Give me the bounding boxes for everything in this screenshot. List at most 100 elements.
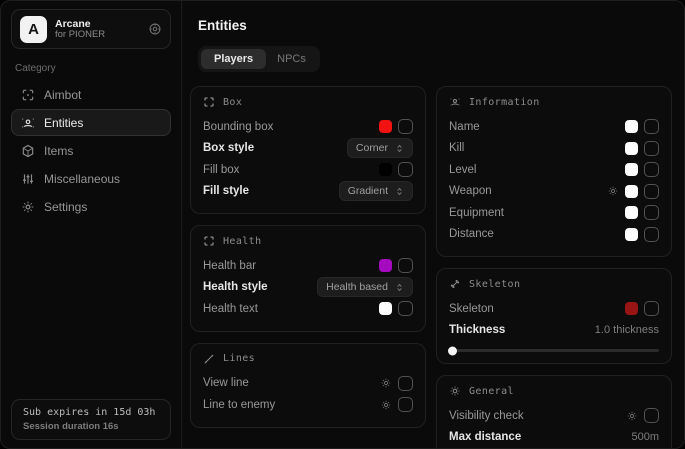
- sidebar-item-aimbot[interactable]: Aimbot: [11, 81, 171, 108]
- bounding-box-icon: [203, 96, 215, 108]
- setting-row-health-style: Health style Health based: [203, 277, 413, 299]
- setting-label: Health text: [203, 303, 258, 315]
- sub-expiry-text: Sub expires in 15d 03h: [23, 407, 159, 418]
- sliders-icon: [21, 172, 35, 186]
- tab-players[interactable]: Players: [201, 49, 266, 69]
- color-swatch[interactable]: [625, 120, 638, 133]
- panel-title: Information: [469, 97, 540, 108]
- color-swatch[interactable]: [625, 163, 638, 176]
- checkbox[interactable]: [398, 162, 413, 177]
- setting-row-thickness: Thickness 1.0 thickness: [449, 320, 659, 342]
- main-content: Entities Players NPCs Box: [182, 1, 684, 448]
- row-config-gear-icon[interactable]: [380, 377, 392, 389]
- setting-label: Name: [449, 121, 480, 133]
- setting-label: Distance: [449, 228, 494, 240]
- setting-label: View line: [203, 377, 249, 389]
- panel-skeleton: Skeleton Skeleton Thickness 1.0 thicknes…: [436, 268, 672, 364]
- unfold-icon: [395, 144, 404, 153]
- panel-lines-header: Lines: [203, 353, 413, 365]
- slider-thumb[interactable]: [448, 346, 457, 355]
- checkbox[interactable]: [644, 162, 659, 177]
- setting-row-view-line: View line: [203, 373, 413, 395]
- color-swatch[interactable]: [625, 206, 638, 219]
- thickness-slider[interactable]: [449, 349, 659, 352]
- health-scan-icon: [203, 235, 215, 247]
- row-config-gear-icon[interactable]: [626, 410, 638, 422]
- panel-general-header: General: [449, 385, 659, 397]
- setting-row-level: Level: [449, 159, 659, 181]
- bone-icon: [449, 278, 461, 290]
- setting-label: Max distance: [449, 431, 521, 443]
- color-swatch[interactable]: [625, 302, 638, 315]
- checkbox[interactable]: [398, 376, 413, 391]
- setting-label: Line to enemy: [203, 399, 275, 411]
- health-style-dropdown[interactable]: Health based: [317, 277, 413, 297]
- row-config-gear-icon[interactable]: [607, 185, 619, 197]
- general-gear-icon: [449, 385, 461, 397]
- row-config-gear-icon[interactable]: [380, 399, 392, 411]
- setting-row-box-style: Box style Corner: [203, 138, 413, 160]
- brand-logo: A: [20, 16, 47, 43]
- dropdown-value: Corner: [356, 142, 388, 154]
- color-swatch[interactable]: [625, 228, 638, 241]
- information-scan-icon: [449, 96, 461, 108]
- panel-information: Information Name Kill: [436, 86, 672, 257]
- brand-subtitle: for PIONER: [55, 30, 140, 41]
- fill-style-dropdown[interactable]: Gradient: [339, 181, 413, 201]
- setting-label: Bounding box: [203, 121, 273, 133]
- sidebar-item-label: Items: [44, 144, 73, 158]
- checkbox[interactable]: [644, 141, 659, 156]
- setting-row-distance: Distance: [449, 224, 659, 246]
- dropdown-value: Gradient: [348, 185, 388, 197]
- checkbox[interactable]: [398, 301, 413, 316]
- panel-title: General: [469, 386, 514, 397]
- setting-row-name: Name: [449, 116, 659, 138]
- color-swatch[interactable]: [379, 259, 392, 272]
- checkbox[interactable]: [644, 301, 659, 316]
- color-swatch[interactable]: [379, 163, 392, 176]
- checkbox[interactable]: [644, 227, 659, 242]
- color-swatch[interactable]: [625, 185, 638, 198]
- setting-label: Fill box: [203, 164, 239, 176]
- checkbox[interactable]: [644, 205, 659, 220]
- panel-information-header: Information: [449, 96, 659, 108]
- box-style-dropdown[interactable]: Corner: [347, 138, 413, 158]
- setting-row-fill-box: Fill box: [203, 159, 413, 181]
- crosshair-icon: [21, 88, 35, 102]
- color-swatch[interactable]: [379, 302, 392, 315]
- tab-npcs[interactable]: NPCs: [266, 49, 317, 69]
- sidebar-item-label: Settings: [44, 200, 87, 214]
- setting-label: Thickness: [449, 324, 505, 336]
- panel-health-header: Health: [203, 235, 413, 247]
- sidebar-item-entities[interactable]: Entities: [11, 109, 171, 136]
- setting-label: Kill: [449, 142, 464, 154]
- sidebar-item-items[interactable]: Items: [11, 137, 171, 164]
- setting-row-skeleton: Skeleton: [449, 298, 659, 320]
- setting-row-health-text: Health text: [203, 298, 413, 320]
- checkbox[interactable]: [644, 184, 659, 199]
- panel-skeleton-header: Skeleton: [449, 278, 659, 290]
- panel-general: General Visibility check: [436, 375, 672, 449]
- gear-icon: [21, 200, 35, 214]
- color-swatch[interactable]: [625, 142, 638, 155]
- cube-icon: [21, 144, 35, 158]
- brand-settings-gear-icon[interactable]: [148, 22, 162, 36]
- checkbox[interactable]: [644, 408, 659, 423]
- checkbox[interactable]: [398, 119, 413, 134]
- panel-title: Lines: [223, 353, 255, 364]
- color-swatch[interactable]: [379, 120, 392, 133]
- sidebar-item-settings[interactable]: Settings: [11, 193, 171, 220]
- checkbox[interactable]: [398, 397, 413, 412]
- diagonal-line-icon: [203, 353, 215, 365]
- sidebar-item-label: Entities: [44, 116, 83, 130]
- setting-row-visibility-check: Visibility check: [449, 405, 659, 427]
- checkbox[interactable]: [398, 258, 413, 273]
- checkbox[interactable]: [644, 119, 659, 134]
- panel-title: Health: [223, 236, 262, 247]
- panel-box: Box Bounding box Box style Corner: [190, 86, 426, 214]
- setting-label: Health bar: [203, 260, 256, 272]
- sidebar-item-miscellaneous[interactable]: Miscellaneous: [11, 165, 171, 192]
- setting-row-kill: Kill: [449, 138, 659, 160]
- slider-value-text: 500m: [631, 431, 659, 443]
- entity-type-tabs: Players NPCs: [198, 46, 320, 72]
